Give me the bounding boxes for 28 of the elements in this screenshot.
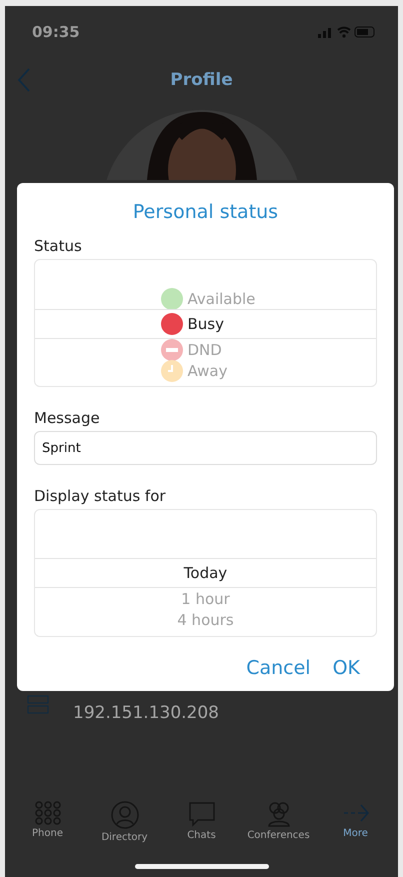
field-label: Status <box>34 237 83 255</box>
field-label: Message <box>34 409 101 427</box>
tab-bar-item[interactable]: Conferences <box>242 801 314 843</box>
tab-bar-item[interactable]: Phone <box>12 801 84 843</box>
duration-picker[interactable]: Today 1 hour 4 hours <box>34 509 377 637</box>
dnd-icon <box>160 338 182 360</box>
chat-icon <box>188 801 216 827</box>
duration-option[interactable]: Today <box>184 564 228 582</box>
status-option[interactable]: Busy <box>160 313 270 335</box>
message-input-field[interactable]: Sprint <box>34 431 377 465</box>
status-picker[interactable]: Available Busy DND Away <box>34 259 377 387</box>
tab-bar-item[interactable]: Directory <box>88 801 160 843</box>
cancel-button[interactable]: Cancel <box>246 657 311 679</box>
clock-time: 09:35 <box>32 23 80 41</box>
dialog-title: Personal status <box>132 201 280 223</box>
clock-icon <box>160 360 182 382</box>
status-dot-icon <box>160 288 182 310</box>
field-label: Display status for <box>34 487 167 505</box>
dialpad-icon <box>34 801 60 825</box>
tab-bar-item[interactable]: Chats <box>166 801 238 843</box>
screen-title: Profile <box>170 70 233 90</box>
ok-button[interactable]: OK <box>332 657 360 679</box>
status-dot-icon <box>160 313 182 335</box>
status-icons-drawing <box>318 26 376 38</box>
ip-address-text: 192.151.130.208 <box>73 703 220 723</box>
tab-bar-item[interactable]: More <box>320 801 392 843</box>
server-icon <box>27 695 49 715</box>
person-icon <box>110 801 138 829</box>
